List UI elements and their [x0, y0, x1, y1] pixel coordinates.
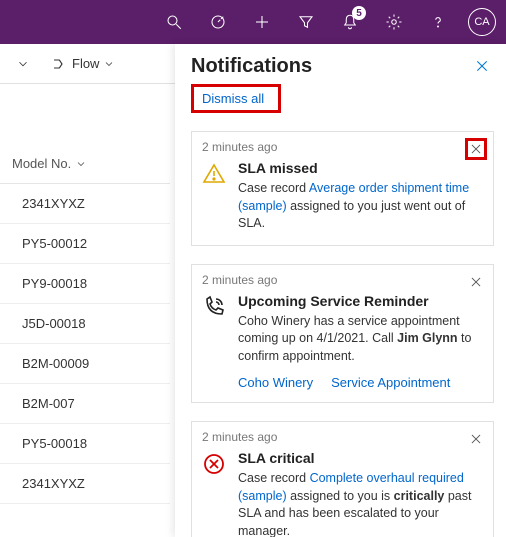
error-icon	[202, 450, 228, 479]
table-row[interactable]: J5D-00018	[0, 304, 170, 344]
dismiss-notification-button[interactable]	[465, 271, 487, 293]
action-link-appointment[interactable]: Service Appointment	[331, 375, 450, 390]
table-row[interactable]: PY5-00018	[0, 424, 170, 464]
chevron-down-icon	[103, 58, 115, 70]
close-icon	[469, 275, 483, 289]
notification-card-sla-missed: 2 minutes ago SLA missed Case record Ave…	[191, 131, 494, 246]
notification-title: Upcoming Service Reminder	[238, 293, 483, 309]
text: assigned to you is	[287, 489, 394, 503]
notification-title: SLA critical	[238, 450, 483, 466]
flow-label: Flow	[72, 56, 99, 71]
app-topbar: 5 CA	[0, 0, 506, 44]
notifications-panel: Notifications Dismiss all 2 minutes ago …	[175, 44, 506, 537]
notification-body: Case record Average order shipment time …	[238, 180, 483, 233]
person-name: Jim Glynn	[397, 331, 457, 345]
table-row[interactable]: 2341XYXZ	[0, 464, 170, 504]
notification-card-service-reminder: 2 minutes ago Upcoming Service Reminder …	[191, 264, 494, 404]
chevron-down-icon	[75, 158, 87, 170]
bell-icon[interactable]: 5	[336, 8, 364, 36]
notification-count-badge: 5	[352, 6, 366, 20]
panel-title: Notifications	[191, 55, 312, 78]
cell-value: PY5-00018	[22, 436, 87, 451]
notification-card-sla-critical: 2 minutes ago SLA critical Case record C…	[191, 421, 494, 537]
add-icon[interactable]	[248, 8, 276, 36]
table-row[interactable]: 2341XYXZ	[0, 184, 170, 224]
timestamp: 2 minutes ago	[202, 430, 483, 444]
target-icon[interactable]	[204, 8, 232, 36]
dismiss-all-link[interactable]: Dismiss all	[191, 84, 281, 113]
column-header-model[interactable]: Model No.	[0, 144, 170, 184]
warning-icon	[202, 160, 228, 189]
table-row[interactable]: PY9-00018	[0, 264, 170, 304]
close-icon	[469, 142, 483, 156]
cell-value: B2M-00009	[22, 356, 89, 371]
action-link-coho[interactable]: Coho Winery	[238, 375, 313, 390]
cell-value: PY5-00012	[22, 236, 87, 251]
avatar[interactable]: CA	[468, 8, 496, 36]
notification-body: Coho Winery has a service appointment co…	[238, 313, 483, 366]
data-grid: Model No. 2341XYXZ PY5-00012 PY9-00018 J…	[0, 144, 170, 504]
cell-value: 2341XYXZ	[22, 196, 85, 211]
text: Case record	[238, 181, 309, 195]
flow-button[interactable]: Flow	[46, 52, 121, 76]
cell-value: PY9-00018	[22, 276, 87, 291]
search-icon[interactable]	[160, 8, 188, 36]
cell-value: J5D-00018	[22, 316, 86, 331]
timestamp: 2 minutes ago	[202, 140, 483, 154]
flow-icon	[52, 56, 68, 72]
text: Case record	[238, 471, 310, 485]
timestamp: 2 minutes ago	[202, 273, 483, 287]
cell-value: B2M-007	[22, 396, 75, 411]
close-panel-button[interactable]	[470, 54, 494, 78]
dismiss-notification-button[interactable]	[465, 428, 487, 450]
gear-icon[interactable]	[380, 8, 408, 36]
phone-icon	[202, 293, 228, 322]
toolbar-back-chevron[interactable]	[10, 53, 36, 75]
table-row[interactable]: B2M-007	[0, 384, 170, 424]
notification-title: SLA missed	[238, 160, 483, 176]
help-icon[interactable]	[424, 8, 452, 36]
table-row[interactable]: PY5-00012	[0, 224, 170, 264]
close-icon	[474, 58, 490, 74]
column-label: Model No.	[12, 156, 71, 171]
table-row[interactable]: B2M-00009	[0, 344, 170, 384]
dismiss-notification-button[interactable]	[465, 138, 487, 160]
close-icon	[469, 432, 483, 446]
chevron-down-icon	[16, 57, 30, 71]
filter-icon[interactable]	[292, 8, 320, 36]
cell-value: 2341XYXZ	[22, 476, 85, 491]
emphasis: critically	[394, 489, 445, 503]
notification-body: Case record Complete overhaul required (…	[238, 470, 483, 537]
